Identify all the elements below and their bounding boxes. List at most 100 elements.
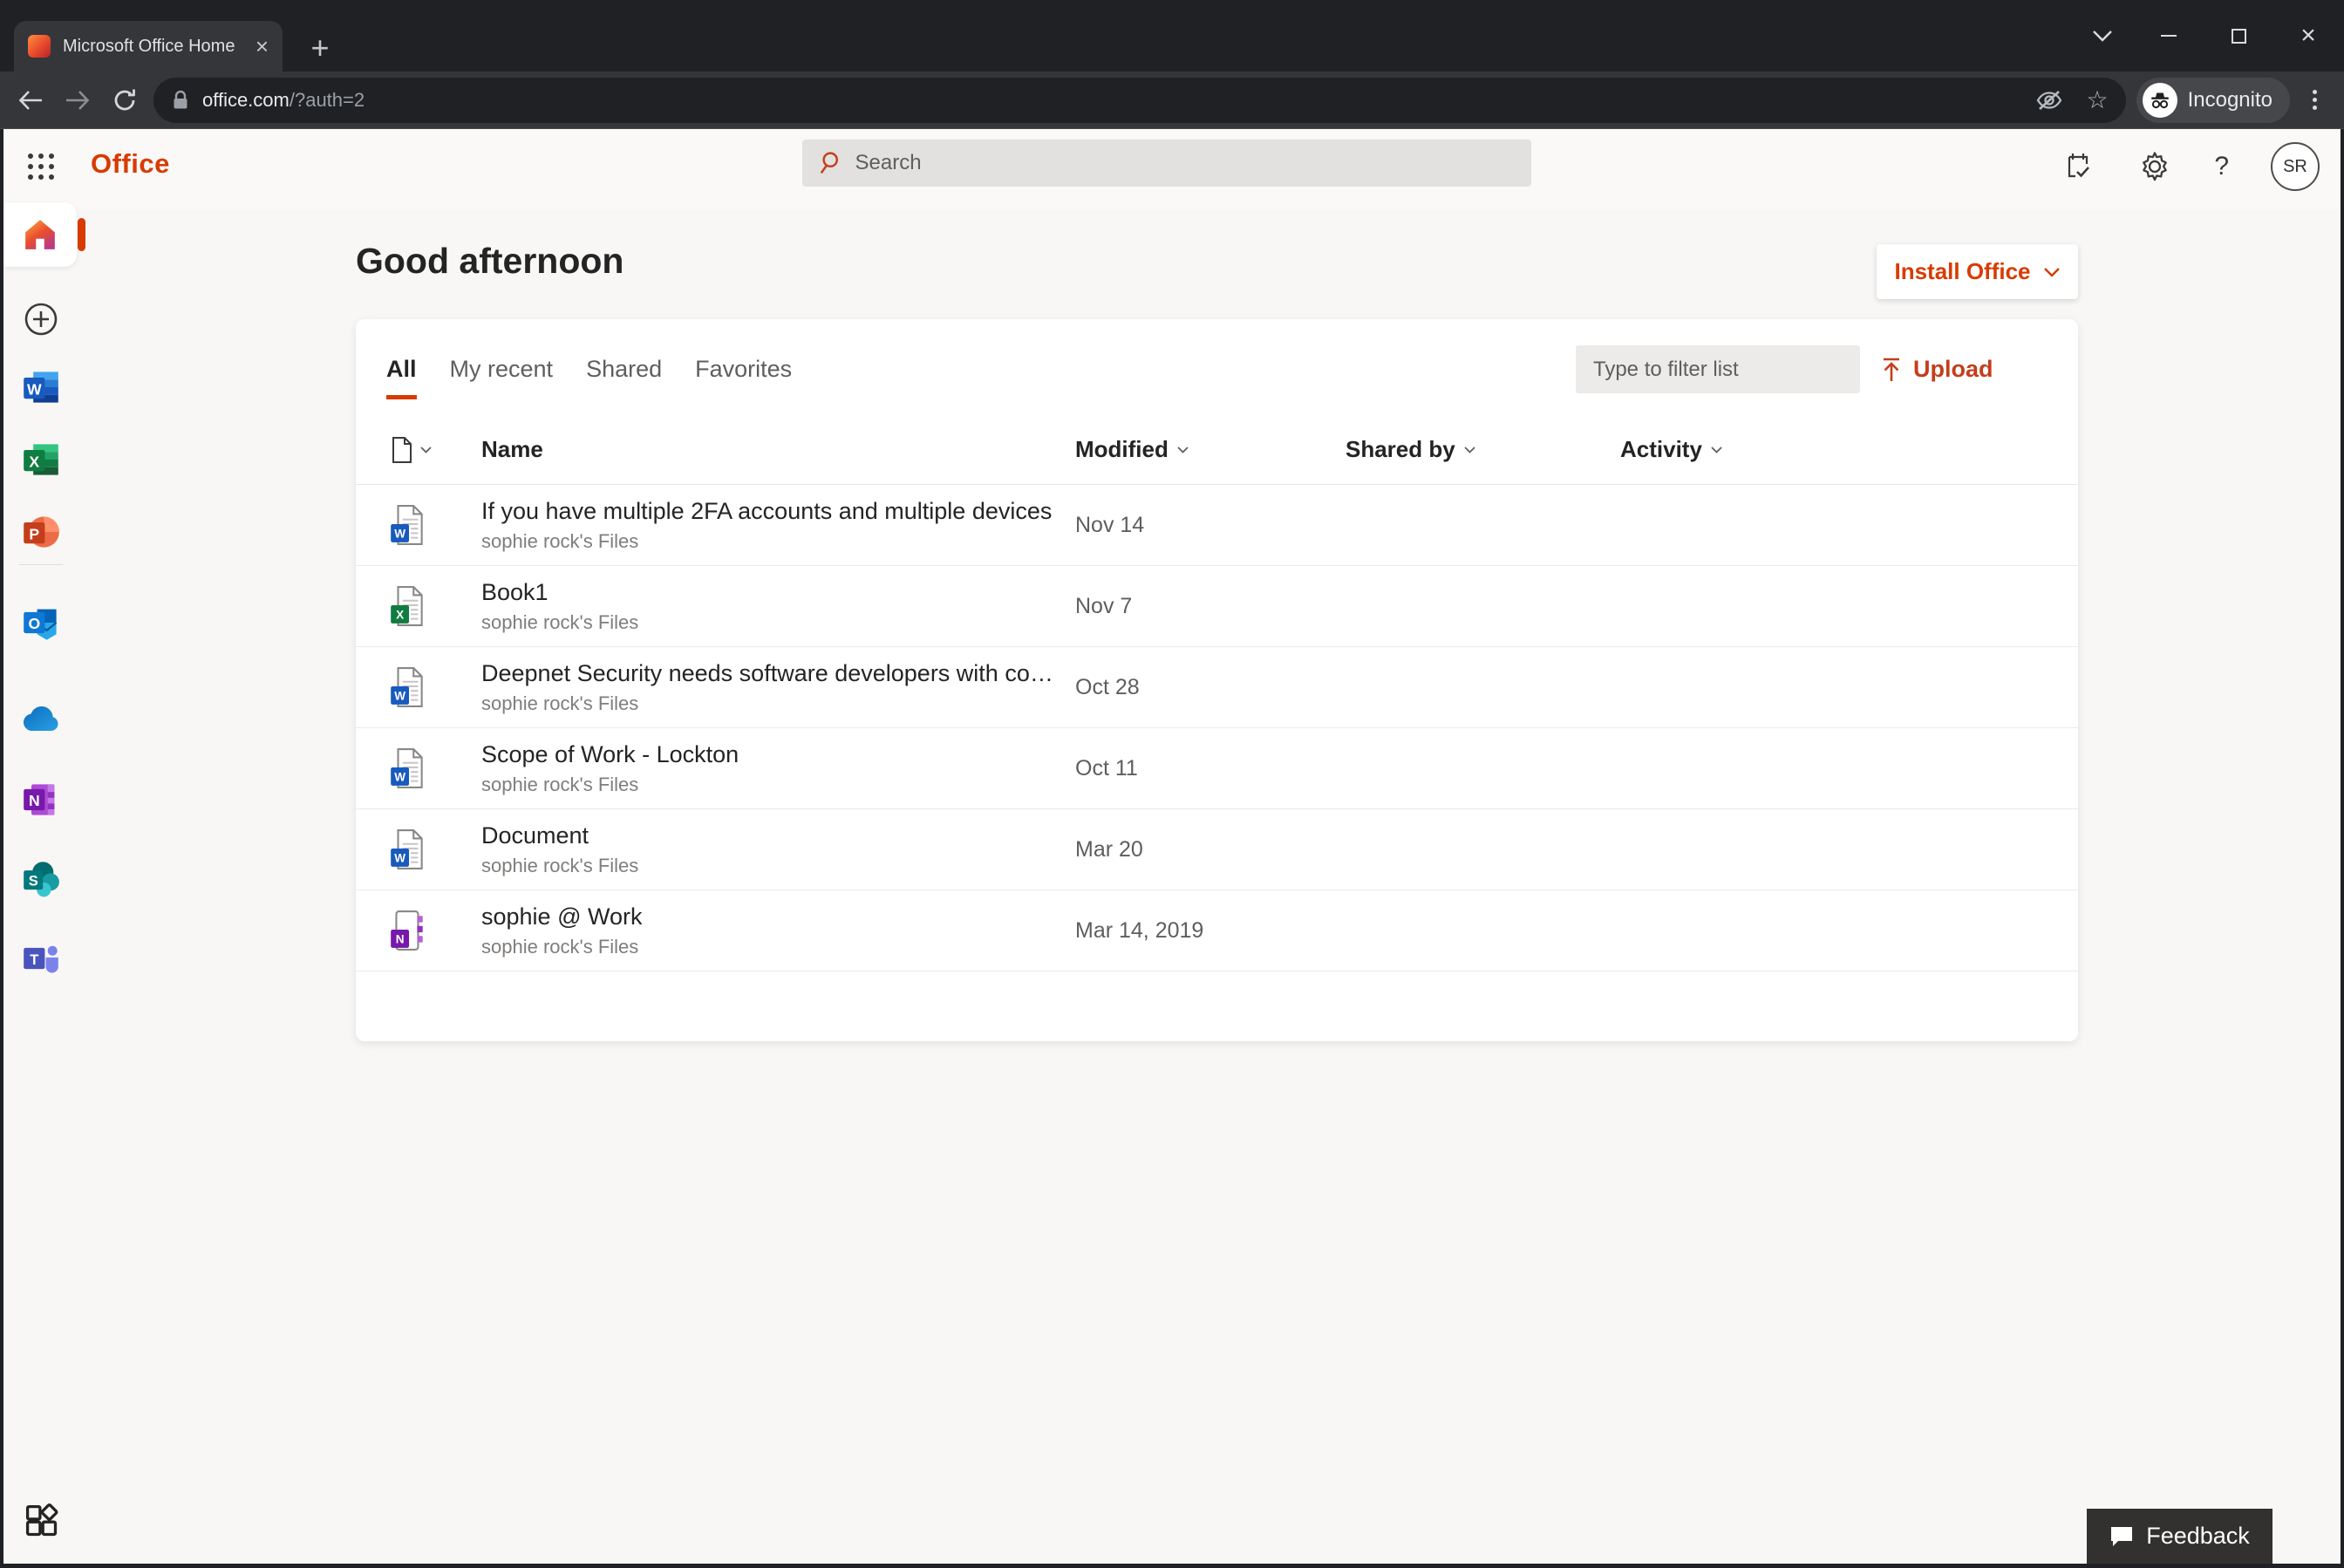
modified-sort-chevron-icon[interactable] [1177,447,1189,453]
modified-date: Nov 7 [1075,594,1132,619]
table-row[interactable]: N sophie @ Work sophie rock's Files Mar … [356,890,2078,971]
outlook-icon: O [22,603,60,642]
browser-titlebar: Microsoft Office Home × + × [0,0,2344,72]
bookmark-star-icon[interactable]: ☆ [2086,88,2108,112]
document-tabs: All My recent Shared Favorites [386,356,792,399]
upload-icon [1880,357,1903,383]
table-row[interactable]: W Deepnet Security needs software develo… [356,647,2078,728]
filter-input-box[interactable] [1576,345,1860,393]
upload-button[interactable]: Upload [1880,345,1993,393]
sidebar-item-home[interactable] [3,202,77,267]
svg-text:S: S [29,874,38,890]
column-activity[interactable]: Activity [1620,436,1702,463]
modified-date: Nov 14 [1075,513,1144,538]
back-button[interactable] [7,77,54,124]
document-location: sophie rock's Files [481,530,1052,553]
svg-text:W: W [394,690,405,703]
address-bar[interactable]: office.com/?auth=2 ☆ [153,78,2126,123]
document-location: sophie rock's Files [481,692,1057,715]
column-shared-by[interactable]: Shared by [1346,436,1455,463]
document-title[interactable]: Document [481,822,638,849]
tab-title: Microsoft Office Home [63,37,243,57]
reload-button[interactable] [101,77,148,124]
account-avatar[interactable]: SR [2271,142,2320,191]
window-minimize-button[interactable] [2145,0,2192,72]
sidebar-item-onedrive[interactable] [3,691,78,748]
document-title[interactable]: sophie @ Work [481,903,642,931]
page-title: Good afternoon [356,241,623,282]
office-logo[interactable]: Office [91,148,170,180]
word-file-icon: W [391,747,426,789]
sidebar-item-powerpoint[interactable]: P [3,503,78,561]
calendar-check-icon[interactable] [2061,149,2095,184]
feedback-button[interactable]: Feedback [2087,1509,2272,1564]
svg-text:W: W [394,528,405,541]
column-modified[interactable]: Modified [1075,436,1169,463]
plus-circle-icon [23,301,59,337]
document-location: sophie rock's Files [481,774,739,796]
url-text[interactable]: office.com/?auth=2 [202,89,365,112]
all-apps-icon [22,1501,60,1539]
upload-label: Upload [1913,356,1993,383]
document-title[interactable]: Scope of Work - Lockton [481,741,739,768]
tab-all[interactable]: All [386,356,417,399]
sidebar-item-outlook[interactable]: O [3,594,78,651]
sidebar-item-onenote[interactable]: N [3,771,78,828]
tab-close-icon[interactable]: × [256,35,269,58]
document-title[interactable]: Book1 [481,579,638,606]
svg-text:T: T [30,952,38,968]
forward-button[interactable] [54,77,101,124]
sidebar-item-teams[interactable]: T [3,930,78,987]
table-row[interactable]: W Scope of Work - Lockton sophie rock's … [356,728,2078,809]
browser-toolbar: office.com/?auth=2 ☆ Incognito [0,72,2344,129]
browser-menu-icon[interactable] [2297,90,2332,110]
document-title[interactable]: Deepnet Security needs software develope… [481,660,1057,687]
document-location: sophie rock's Files [481,855,638,877]
column-name[interactable]: Name [481,436,543,463]
table-row[interactable]: X Book1 sophie rock's Files Nov 7 [356,566,2078,647]
sidebar-item-excel[interactable]: X [3,431,78,488]
svg-text:X: X [396,609,404,622]
svg-text:N: N [396,933,405,946]
tab-search-chevron-icon[interactable] [2079,0,2126,72]
sidebar-item-sharepoint[interactable]: S [3,850,78,908]
document-title[interactable]: If you have multiple 2FA accounts and mu… [481,498,1052,525]
tab-shared[interactable]: Shared [586,356,662,399]
document-location: sophie rock's Files [481,611,638,634]
tab-favorites[interactable]: Favorites [695,356,792,399]
word-file-icon: W [391,666,426,708]
modified-date: Oct 28 [1075,675,1140,700]
file-type-column-icon[interactable] [391,436,413,464]
eye-off-icon[interactable] [2035,89,2063,112]
svg-text:W: W [394,852,405,865]
table-row[interactable]: W Document sophie rock's Files Mar 20 [356,809,2078,890]
shared-by-sort-chevron-icon[interactable] [1464,447,1475,453]
install-office-button[interactable]: Install Office [1877,244,2078,299]
browser-tab[interactable]: Microsoft Office Home × [14,21,283,72]
activity-sort-chevron-icon[interactable] [1711,447,1722,453]
file-type-sort-chevron-icon[interactable] [420,447,432,453]
word-icon: W [22,368,60,406]
window-maximize-button[interactable] [2215,0,2262,72]
search-bar[interactable] [802,140,1531,187]
incognito-icon [2143,83,2177,118]
install-office-label: Install Office [1894,258,2030,285]
word-file-icon: W [391,504,426,546]
onenote-icon: N [22,781,60,819]
tab-my-recent[interactable]: My recent [450,356,554,399]
sidebar-item-create-new[interactable] [3,290,78,348]
new-tab-button[interactable]: + [302,30,338,66]
onedrive-icon [21,706,61,733]
powerpoint-icon: P [22,513,60,551]
svg-text:O: O [28,615,40,632]
sidebar-item-all-apps[interactable] [3,1491,78,1549]
app-sidebar: W X P [3,129,78,1564]
search-input[interactable] [855,151,1516,175]
filter-input[interactable] [1593,358,1864,382]
settings-gear-icon[interactable] [2137,149,2172,184]
document-location: sophie rock's Files [481,936,642,958]
help-icon[interactable]: ? [2214,152,2229,181]
window-close-button[interactable]: × [2285,0,2332,72]
table-row[interactable]: W If you have multiple 2FA accounts and … [356,485,2078,566]
sidebar-item-word[interactable]: W [3,358,78,416]
